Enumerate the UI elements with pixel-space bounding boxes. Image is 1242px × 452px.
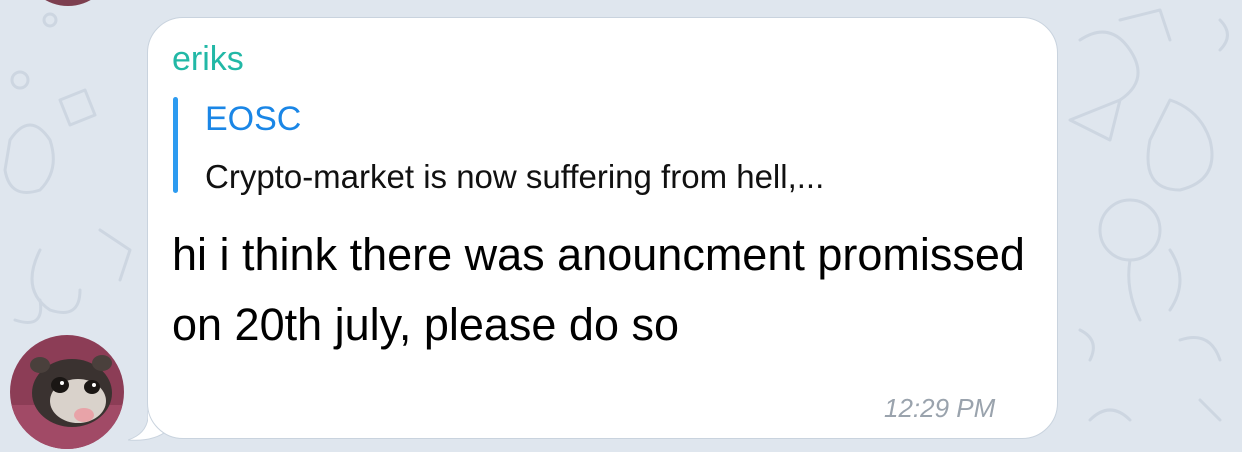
reply-title[interactable]: EOSC — [205, 98, 301, 140]
reply-snippet[interactable]: Crypto-market is now suffering from hell… — [205, 156, 824, 198]
message-text: hi i think there was anouncment promisse… — [172, 229, 1025, 350]
reply-accent-bar — [173, 97, 178, 193]
message-time: 12:29 PM — [884, 393, 996, 423]
ferret-avatar-icon — [10, 335, 124, 449]
sender-avatar[interactable] — [10, 335, 124, 449]
sender-name[interactable]: eriks — [172, 38, 244, 80]
